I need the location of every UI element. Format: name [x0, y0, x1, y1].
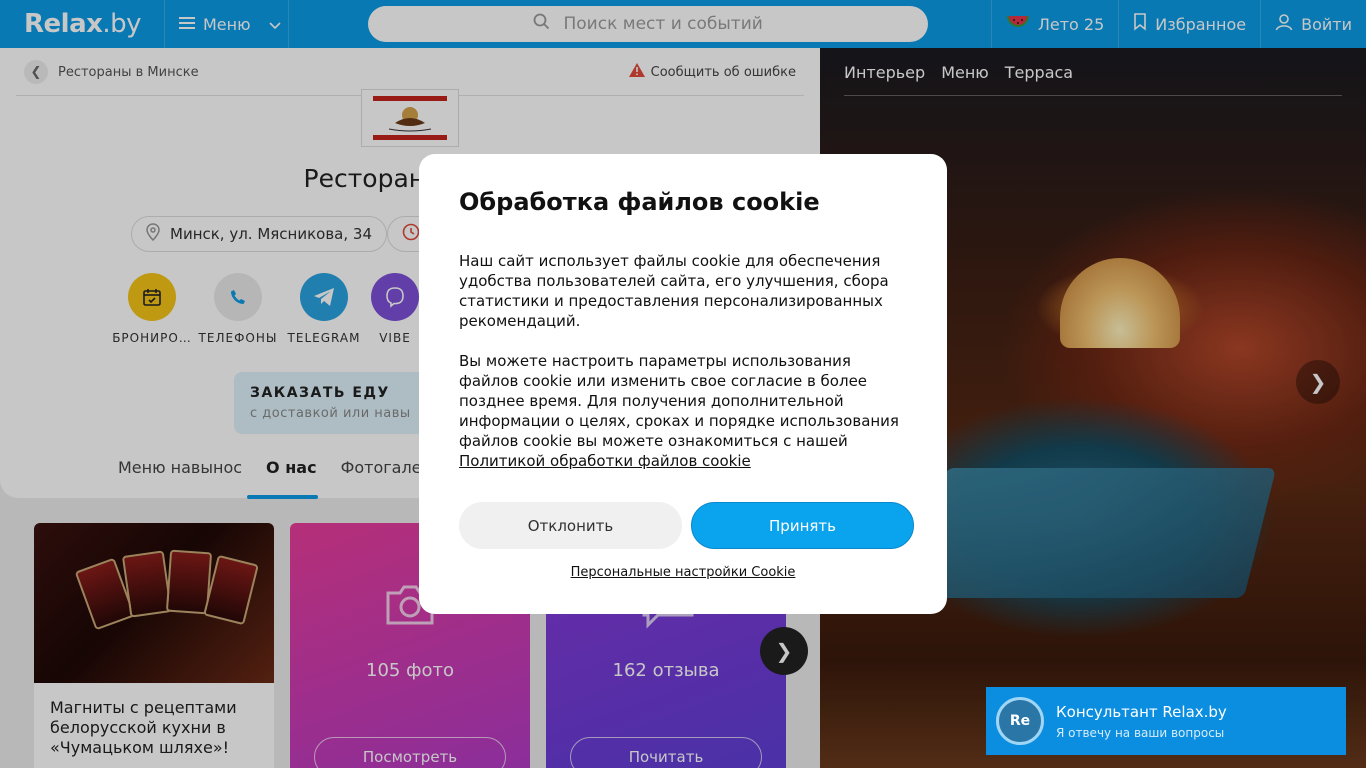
accept-button[interactable]: Принять — [691, 502, 914, 549]
consultant-text: Консультант Relax.by Я отвечу на ваши во… — [1056, 703, 1227, 740]
cookie-paragraph-2: Вы можете настроить параметры использова… — [459, 351, 907, 471]
cookie-policy-link[interactable]: Политикой обработки файлов cookie — [459, 452, 751, 470]
cookie-paragraph-1: Наш сайт использует файлы cookie для обе… — [459, 252, 889, 330]
consultant-widget[interactable]: Re Консультант Relax.by Я отвечу на ваши… — [986, 687, 1346, 755]
cookie-title: Обработка файлов cookie — [459, 188, 820, 216]
decline-button[interactable]: Отклонить — [459, 502, 682, 549]
cookie-buttons: Отклонить Принять — [459, 502, 914, 549]
avatar: Re — [996, 697, 1044, 745]
consultant-name: Консультант Relax.by — [1056, 702, 1227, 721]
cookie-dialog: Обработка файлов cookie Наш сайт использ… — [419, 154, 947, 614]
cookie-settings-link[interactable]: Персональные настройки Cookie — [419, 565, 947, 580]
cookie-paragraph-2-text: Вы можете настроить параметры использова… — [459, 352, 899, 450]
consultant-subtitle: Я отвечу на ваши вопросы — [1056, 725, 1225, 740]
